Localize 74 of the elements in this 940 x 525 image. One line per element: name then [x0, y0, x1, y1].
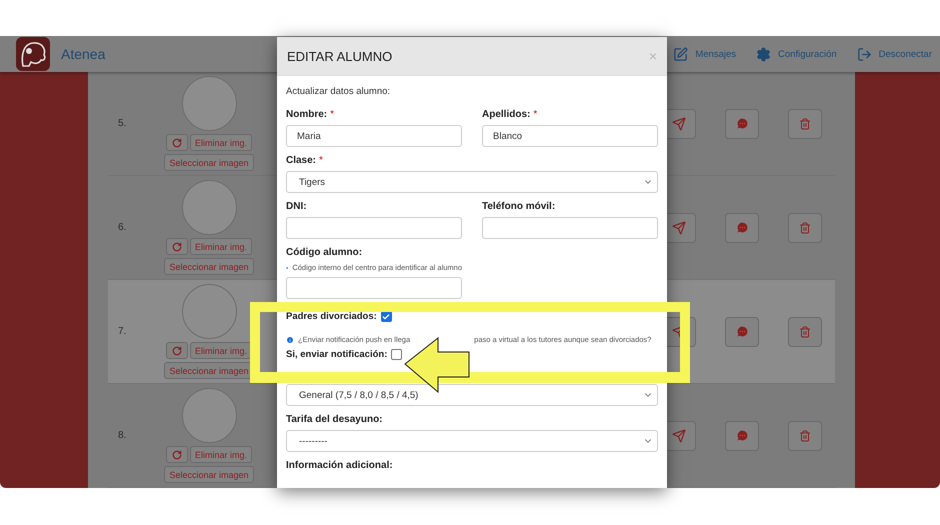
text-field[interactable]: [482, 217, 658, 239]
logout-icon: [856, 46, 872, 62]
section-heading: Información adicional:: [286, 460, 394, 471]
remove-image-button[interactable]: Eliminar img.: [190, 134, 252, 151]
chat-icon: [736, 325, 748, 338]
refresh-button[interactable]: [166, 342, 188, 359]
refresh-icon: [172, 242, 182, 252]
trash-icon: [799, 222, 811, 234]
app-name: Atenea: [61, 46, 106, 62]
checkbox[interactable]: [391, 349, 402, 360]
select-field[interactable]: General (7,5 / 8,0 / 8,5 / 4,5): [286, 384, 658, 406]
refresh-button[interactable]: [166, 446, 188, 463]
select-image-button[interactable]: Seleccionar imagen: [164, 154, 254, 171]
settings-icon: [756, 46, 772, 62]
text-field[interactable]: [286, 277, 462, 299]
row-number: 6.: [118, 222, 128, 233]
field-label: Código alumno:: [286, 247, 364, 258]
delete-button[interactable]: [788, 108, 822, 138]
field-label: Nombre: *: [286, 109, 336, 120]
info-icon: [286, 336, 294, 344]
required-mark: *: [533, 109, 538, 120]
close-button[interactable]: ×: [648, 48, 657, 64]
paper-plane-icon: [672, 116, 686, 130]
delete-button[interactable]: [788, 420, 822, 450]
select-image-button[interactable]: Seleccionar imagen: [164, 258, 254, 275]
text-field[interactable]: [286, 217, 462, 239]
nav-link[interactable]: Desconectar: [856, 46, 932, 62]
compose-icon: [673, 46, 688, 62]
field-label: Apellidos: *: [482, 109, 538, 120]
select-image-button[interactable]: Seleccionar imagen: [164, 466, 254, 483]
trash-icon: [799, 118, 811, 130]
chat-button[interactable]: [725, 212, 759, 242]
refresh-button[interactable]: [166, 238, 188, 255]
checkbox-label: Si, enviar notificación:: [286, 349, 388, 360]
nav-link[interactable]: Mensajes: [673, 46, 736, 62]
row-number: 8.: [118, 430, 128, 441]
intro-text: Actualizar datos alumno:: [286, 86, 392, 97]
field-label: Teléfono móvil:: [482, 201, 556, 212]
remove-image-button[interactable]: Eliminar img.: [190, 238, 252, 255]
checkbox-label: Padres divorciados:: [286, 311, 377, 322]
chat-button[interactable]: [725, 316, 759, 346]
chat-icon: [736, 429, 748, 442]
avatar-placeholder: [182, 76, 236, 131]
chat-icon: [736, 221, 748, 234]
chat-button[interactable]: [725, 108, 759, 138]
elephant-logo-icon: [15, 36, 51, 72]
field-label: Clase: *: [286, 155, 324, 166]
trash-icon: [799, 326, 811, 338]
chat-button[interactable]: [725, 420, 759, 450]
paper-plane-icon: [672, 220, 686, 234]
delete-button[interactable]: [788, 316, 822, 346]
select-field[interactable]: Tigers: [286, 171, 658, 193]
paper-plane-icon: [672, 428, 686, 442]
text-field[interactable]: Blanco: [482, 125, 658, 147]
remove-image-button[interactable]: Eliminar img.: [190, 342, 252, 359]
refresh-icon: [172, 450, 182, 460]
refresh-icon: [172, 138, 182, 148]
refresh-icon: [172, 346, 182, 356]
field-label: Tarifa del desayuno:: [286, 414, 384, 425]
trash-icon: [799, 430, 811, 442]
required-mark: *: [319, 155, 323, 166]
row-number: 5.: [118, 118, 128, 129]
row-number: 7.: [118, 326, 128, 337]
chat-icon: [736, 117, 748, 130]
checkbox[interactable]: [380, 311, 392, 322]
remove-image-button[interactable]: Eliminar img.: [190, 446, 252, 463]
required-mark: *: [330, 109, 334, 120]
text-field[interactable]: Maria: [286, 125, 462, 147]
select-field[interactable]: ---------: [286, 430, 658, 452]
delete-button[interactable]: [788, 212, 822, 242]
refresh-button[interactable]: [166, 134, 188, 151]
nav-link[interactable]: Configuración: [756, 46, 837, 62]
dialog-title: EDITAR ALUMNO: [287, 48, 392, 64]
field-label: DNI:: [286, 201, 308, 212]
